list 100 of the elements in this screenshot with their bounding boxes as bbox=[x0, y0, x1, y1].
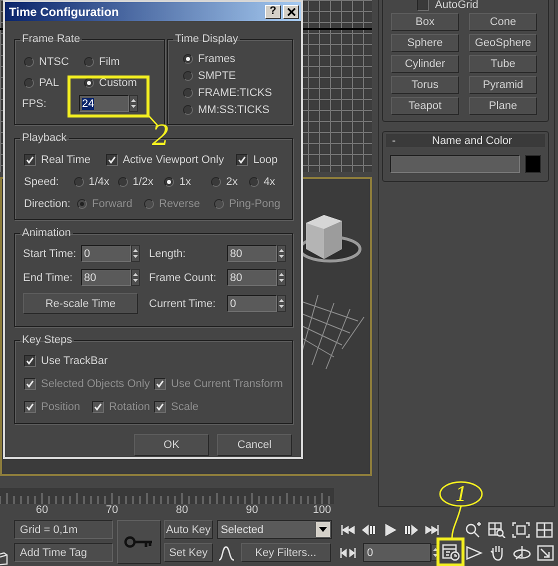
object-button[interactable]: Teapot bbox=[391, 97, 459, 115]
checkbox[interactable] bbox=[417, 0, 429, 10]
frame-number: 90 bbox=[244, 504, 260, 517]
spinner[interactable] bbox=[131, 269, 140, 286]
handwritten-number: 2 bbox=[152, 122, 170, 150]
ok-button[interactable]: OK bbox=[134, 434, 209, 456]
radio-button[interactable] bbox=[183, 105, 193, 115]
object-button[interactable]: Box bbox=[391, 13, 459, 31]
spinner[interactable] bbox=[129, 95, 138, 112]
radio-button[interactable] bbox=[24, 57, 34, 67]
group-title: Key Steps bbox=[21, 334, 74, 346]
four-squares-icon[interactable] bbox=[536, 522, 554, 538]
group-title: Animation bbox=[21, 227, 72, 239]
cube-icon[interactable] bbox=[0, 552, 8, 566]
set-key-button[interactable]: Set Key bbox=[164, 543, 213, 562]
object-button[interactable]: Cone bbox=[469, 13, 537, 31]
number-field[interactable]: 0 bbox=[81, 245, 131, 262]
radio-button[interactable] bbox=[74, 177, 84, 187]
group-title: Time Display bbox=[174, 33, 240, 45]
highlight-frame bbox=[436, 538, 464, 566]
radio-button[interactable] bbox=[118, 177, 128, 187]
radio-button[interactable] bbox=[248, 177, 259, 187]
number-field[interactable]: 24 bbox=[79, 95, 129, 112]
object-button[interactable]: Plane bbox=[469, 97, 537, 115]
help-button[interactable]: ? bbox=[265, 4, 281, 18]
radio-button[interactable] bbox=[24, 78, 34, 88]
number-field[interactable]: 0 bbox=[227, 295, 277, 312]
orbit-icon[interactable] bbox=[512, 544, 531, 561]
radio-label: 4x bbox=[264, 176, 276, 188]
annotation-circle bbox=[439, 481, 483, 507]
zoom-region-icon[interactable] bbox=[488, 522, 506, 538]
spinner[interactable] bbox=[277, 269, 286, 286]
radio-label: FRAME:TICKS bbox=[198, 87, 272, 99]
rescale-time-button[interactable]: Re-scale Time bbox=[23, 293, 138, 314]
checkbox[interactable] bbox=[24, 354, 36, 366]
checkbox[interactable] bbox=[24, 154, 36, 166]
maximize-icon[interactable] bbox=[536, 544, 555, 560]
key-filters-button[interactable]: Key Filters... bbox=[240, 543, 331, 562]
radio-button[interactable] bbox=[164, 177, 174, 187]
radio-button[interactable] bbox=[183, 54, 193, 64]
checkbox-label: Use TrackBar bbox=[41, 354, 108, 366]
selection-dropdown[interactable]: Selected bbox=[216, 520, 332, 539]
field-label: Length: bbox=[148, 248, 187, 260]
handwritten-number: 1 bbox=[455, 484, 468, 504]
field-label: Start Time: bbox=[23, 248, 78, 260]
zoom-extents-icon[interactable] bbox=[512, 522, 530, 538]
curve-icon bbox=[218, 544, 236, 562]
radio-button[interactable] bbox=[84, 78, 94, 88]
spinner[interactable] bbox=[277, 245, 286, 262]
zoom-icon[interactable] bbox=[464, 522, 482, 538]
field-label: Current Time: bbox=[148, 298, 217, 310]
auto-key-button[interactable]: Auto Key bbox=[164, 520, 213, 539]
leader-line bbox=[451, 506, 462, 538]
current-frame-field[interactable]: 0 bbox=[362, 543, 431, 562]
number-field[interactable]: 80 bbox=[227, 269, 277, 286]
radio-label: Reverse bbox=[159, 198, 200, 210]
object-button[interactable]: Pyramid bbox=[469, 76, 537, 94]
number-field[interactable]: 80 bbox=[81, 269, 131, 286]
color-swatch[interactable] bbox=[525, 155, 541, 173]
radio-button[interactable] bbox=[183, 71, 193, 81]
object-button[interactable]: Sphere bbox=[391, 34, 459, 52]
radio-button[interactable] bbox=[84, 57, 94, 67]
radio-button[interactable] bbox=[183, 88, 193, 98]
object-button[interactable]: GeoSphere bbox=[469, 34, 537, 52]
window-title: Time Configuration bbox=[9, 4, 120, 18]
radio-label: Custom bbox=[99, 77, 137, 89]
grid-spacing-display: Grid = 0,1m bbox=[14, 520, 114, 539]
group-title: Frame Rate bbox=[21, 33, 82, 45]
add-time-tag-button[interactable]: Add Time Tag bbox=[14, 543, 114, 562]
spinner[interactable] bbox=[131, 245, 140, 262]
object-button[interactable]: Cylinder bbox=[391, 55, 459, 73]
name-field[interactable] bbox=[390, 155, 520, 173]
close-button[interactable] bbox=[283, 4, 299, 18]
close-icon bbox=[286, 8, 296, 16]
spinner[interactable] bbox=[277, 295, 286, 312]
checkbox[interactable] bbox=[106, 154, 118, 166]
checkbox-label: Rotation bbox=[109, 400, 150, 412]
object-button[interactable]: Tube bbox=[469, 55, 537, 73]
fps-label: FPS: bbox=[22, 98, 48, 110]
caret-icon[interactable] bbox=[316, 522, 330, 537]
radio-label: Frames bbox=[198, 53, 236, 65]
cancel-button[interactable]: Cancel bbox=[217, 434, 292, 456]
radio-label: Ping-Pong bbox=[229, 198, 280, 210]
set-keys-button[interactable] bbox=[117, 520, 162, 564]
field-label: Frame Count: bbox=[148, 272, 218, 284]
triangle-icon[interactable] bbox=[464, 544, 483, 560]
frame-number: 70 bbox=[104, 504, 120, 517]
radio-label: NTSC bbox=[39, 56, 69, 68]
group-title: Playback bbox=[21, 132, 68, 144]
object-button[interactable]: Torus bbox=[391, 76, 459, 94]
radio-button[interactable] bbox=[211, 177, 222, 187]
checkbox-label: Loop bbox=[253, 154, 278, 166]
frame-number: 100 bbox=[312, 504, 332, 517]
checkbox-label: Active Viewport Only bbox=[122, 154, 224, 166]
rollout-header[interactable]: - Name and Color bbox=[386, 134, 545, 147]
radio-label: Forward bbox=[92, 198, 132, 210]
direction-label: Direction: bbox=[24, 198, 72, 210]
number-field[interactable]: 80 bbox=[227, 245, 277, 262]
checkbox[interactable] bbox=[236, 154, 248, 166]
field-label: End Time: bbox=[23, 272, 74, 284]
